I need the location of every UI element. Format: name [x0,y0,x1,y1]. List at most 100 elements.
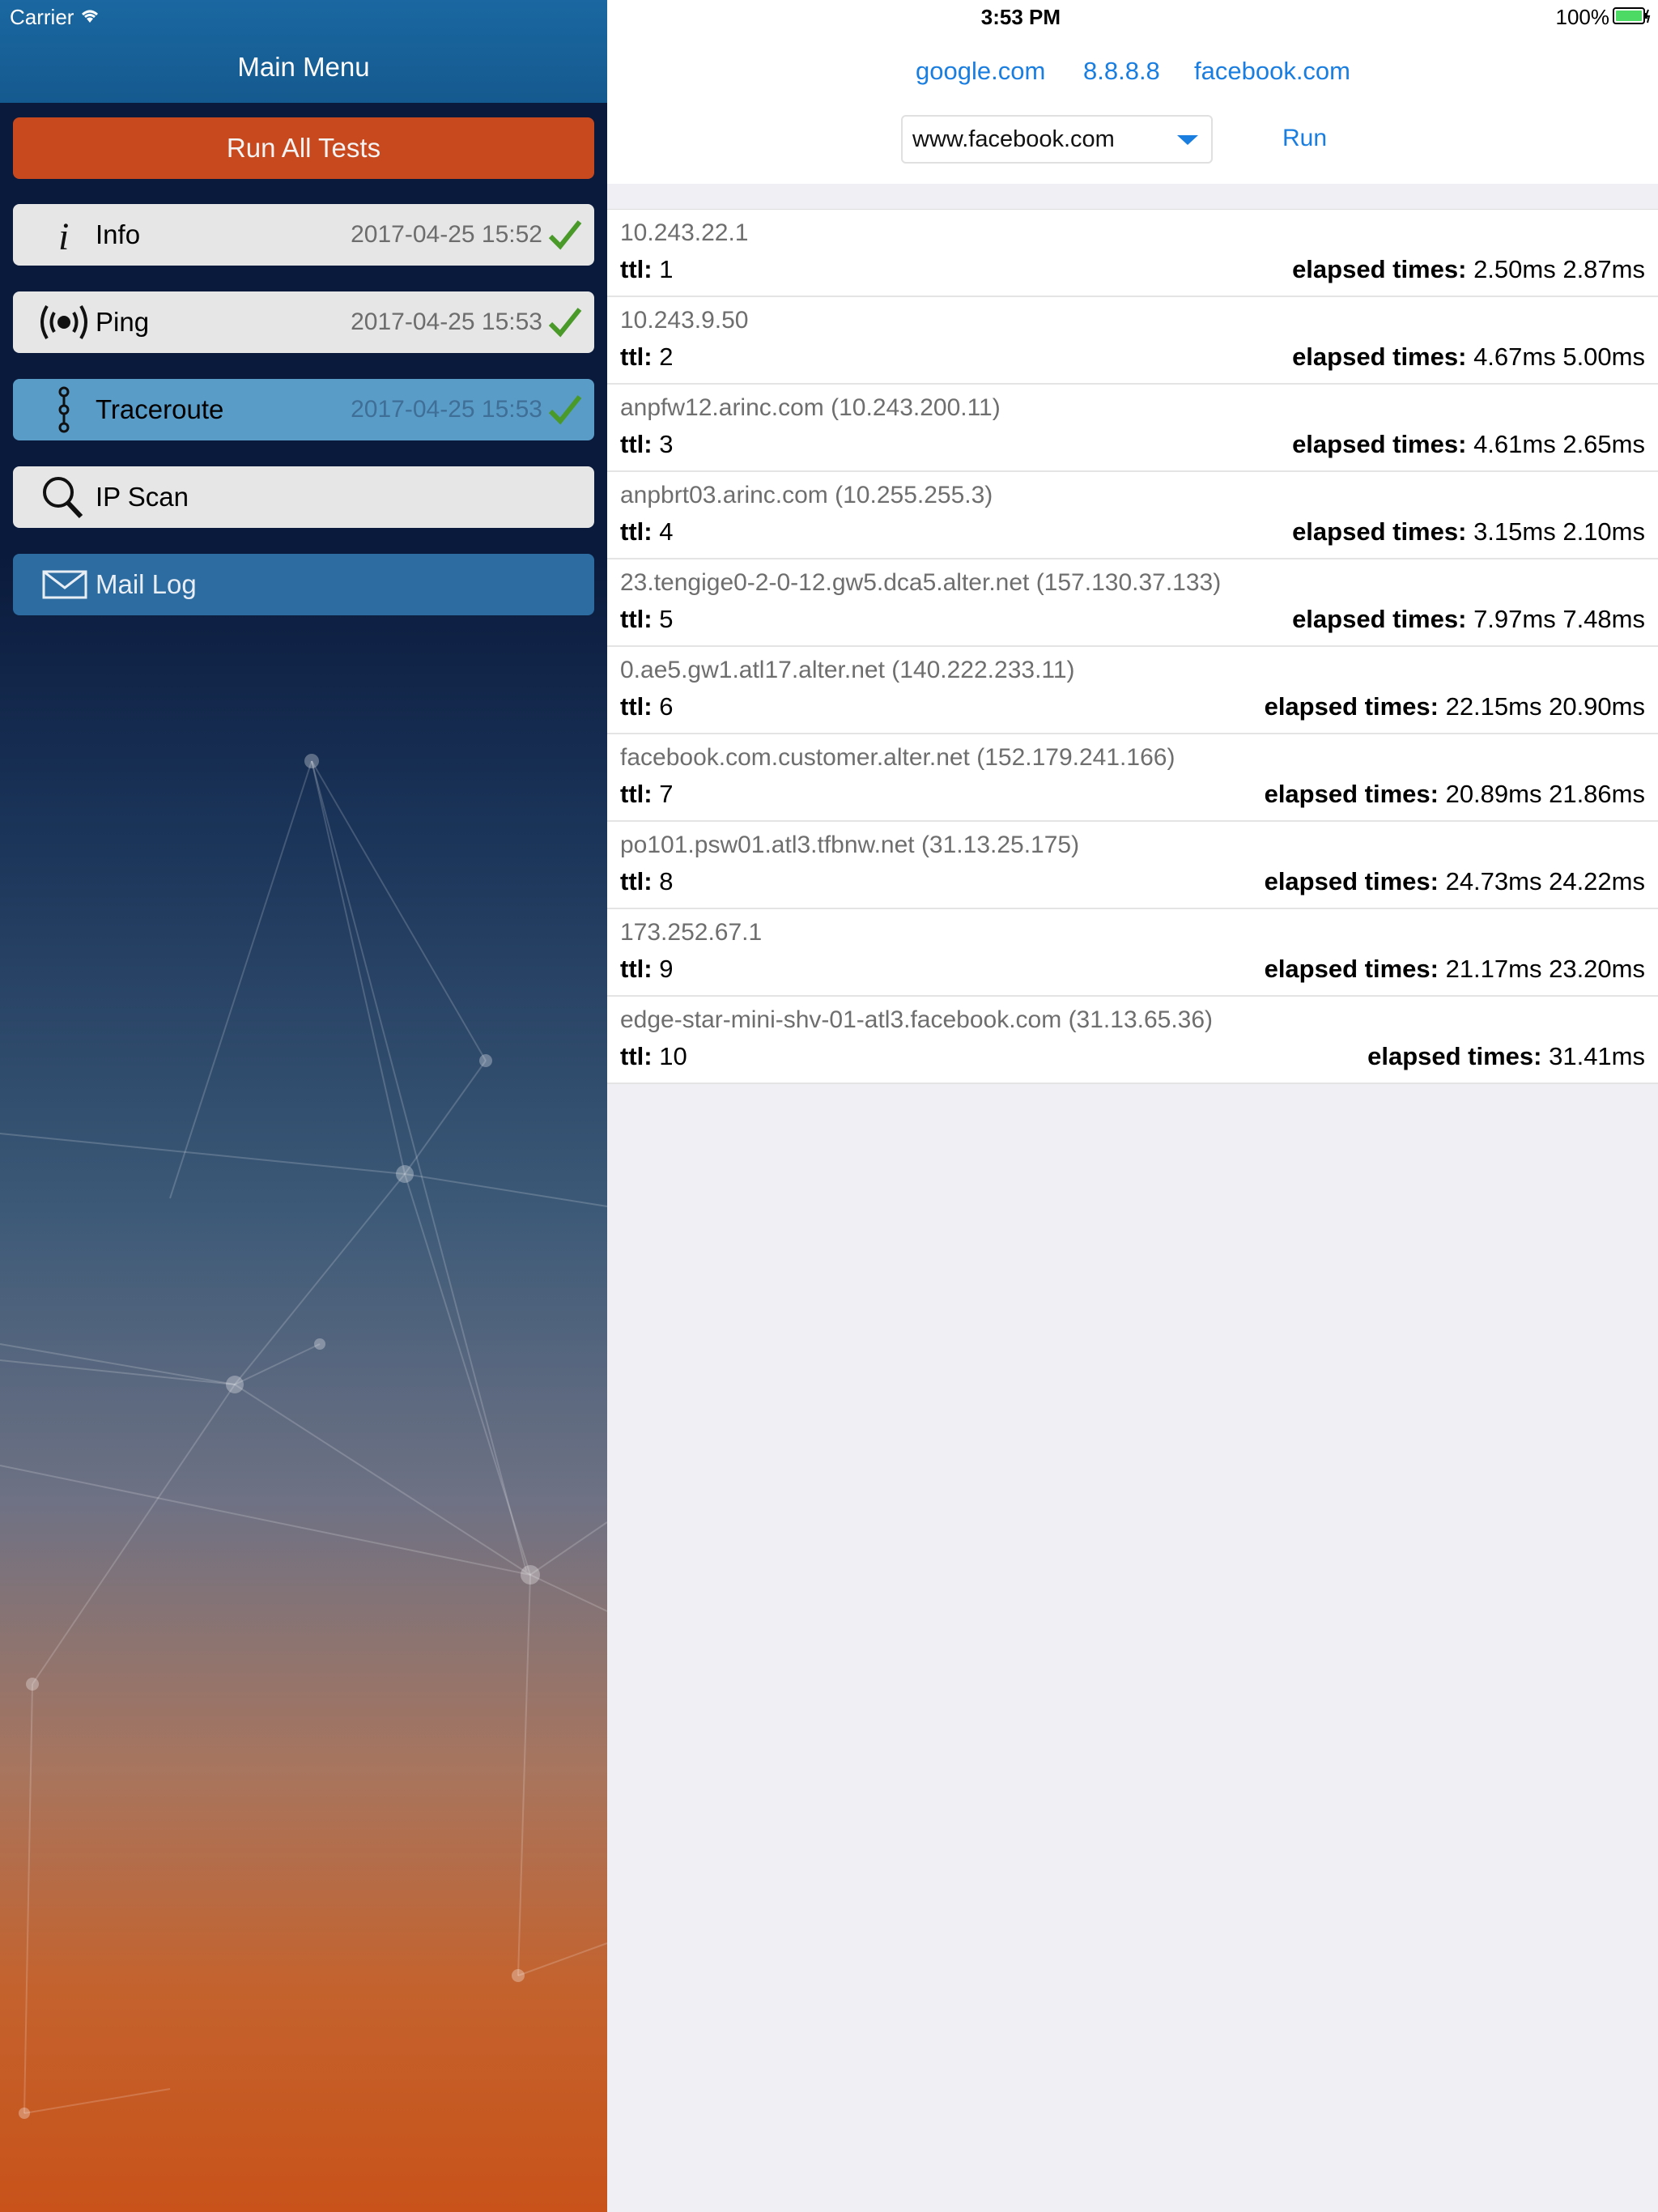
last-run-date: 2017-04-25 15:53 [351,308,542,335]
elapsed-label: elapsed times: [1292,430,1467,458]
hop-host: po101.psw01.atl3.tfbnw.net (31.13.25.175… [620,832,1080,858]
checkmark-icon [548,395,582,425]
hop-host: edge-star-mini-shv-01-atl3.facebook.com … [620,1006,1214,1033]
broadcast-icon [40,304,87,340]
hop-elapsed-times: elapsed times: 31.41ms [1367,1042,1645,1071]
elapsed-values: 31.41ms [1549,1042,1645,1070]
hop-host: anpfw12.arinc.com (10.243.200.11) [620,394,1001,421]
chevron-down-icon [1177,135,1198,145]
ttl-value: 10 [659,1042,687,1070]
elapsed-label: elapsed times: [1292,605,1467,633]
elapsed-values: 20.89ms 21.86ms [1445,780,1645,808]
hop-ttl: ttl: 5 [620,605,673,634]
hop-host: anpbrt03.arinc.com (10.255.255.3) [620,482,993,508]
elapsed-label: elapsed times: [1292,255,1467,283]
hop-ttl: ttl: 2 [620,342,673,372]
checkmark-icon [548,308,582,338]
ttl-value: 1 [659,255,674,283]
quick-host-facebook-link[interactable]: facebook.com [1194,57,1350,86]
hop-elapsed-times: elapsed times: 20.89ms 21.86ms [1265,780,1645,809]
run-all-tests-button[interactable]: Run All Tests [13,117,594,179]
hop-elapsed-times: elapsed times: 2.50ms 2.87ms [1292,255,1645,284]
sidebar-item-traceroute[interactable]: Traceroute 2017-04-25 15:53 [13,379,594,440]
ttl-value: 5 [659,605,674,633]
result-row: 173.252.67.1 ttl: 9 elapsed times: 21.17ms… [607,909,1658,997]
mail-icon [42,570,87,599]
hop-host: 0.ae5.gw1.atl17.alter.net (140.222.233.1… [620,657,1075,683]
battery-icon [1613,7,1651,24]
sidebar-item-label: Ping [96,307,150,337]
ttl-label: ttl: [620,1042,653,1070]
sidebar: Carrier Main Menu Run All Tests i Info 2… [0,0,607,2212]
ttl-value: 4 [659,517,674,546]
result-row: 23.tengige0-2-0-12.gw5.dca5.alter.net (1… [607,559,1658,647]
ttl-value: 6 [659,692,674,721]
hop-host: 10.243.9.50 [620,307,749,334]
hop-ttl: ttl: 3 [620,430,673,459]
result-row: anpfw12.arinc.com (10.243.200.11) ttl: 3 e… [607,385,1658,472]
elapsed-values: 24.73ms 24.22ms [1445,867,1645,895]
info-icon: i [58,215,69,258]
quick-host-google-link[interactable]: google.com [916,57,1045,86]
ttl-value: 9 [659,955,674,983]
sidebar-header: Carrier Main Menu [0,0,607,103]
elapsed-label: elapsed times: [1292,342,1467,371]
host-select-value: www.facebook.com [912,126,1115,152]
result-row: facebook.com.customer.alter.net (152.179… [607,734,1658,822]
ttl-label: ttl: [620,517,653,546]
elapsed-values: 4.61ms 2.65ms [1473,430,1645,458]
elapsed-label: elapsed times: [1264,867,1439,895]
hop-elapsed-times: elapsed times: 7.97ms 7.48ms [1292,605,1645,634]
ttl-label: ttl: [620,255,653,283]
elapsed-values: 21.17ms 23.20ms [1445,955,1645,983]
result-row: anpbrt03.arinc.com (10.255.255.3) ttl: 4 e… [607,472,1658,559]
battery-percentage: 100% [1555,5,1610,29]
traceroute-icon [58,386,70,433]
elapsed-values: 3.15ms 2.10ms [1473,517,1645,546]
elapsed-label: elapsed times: [1264,955,1439,983]
ttl-value: 3 [659,430,674,458]
hop-elapsed-times: elapsed times: 3.15ms 2.10ms [1292,517,1645,547]
hop-elapsed-times: elapsed times: 22.15ms 20.90ms [1265,692,1645,721]
hop-ttl: ttl: 7 [620,780,673,809]
ttl-label: ttl: [620,342,653,371]
ttl-value: 7 [659,780,674,808]
sidebar-item-mail-log[interactable]: Mail Log [13,554,594,615]
result-row: 0.ae5.gw1.atl17.alter.net (140.222.233.1… [607,647,1658,734]
wifi-icon [82,10,98,23]
svg-text:i: i [58,215,69,258]
sidebar-item-info[interactable]: i Info 2017-04-25 15:52 [13,204,594,266]
sidebar-item-label: Traceroute [96,394,224,424]
carrier-label: Carrier [10,5,74,29]
hop-elapsed-times: elapsed times: 4.61ms 2.65ms [1292,430,1645,459]
hop-elapsed-times: elapsed times: 24.73ms 24.22ms [1265,867,1645,896]
hop-ttl: ttl: 1 [620,255,673,284]
ttl-value: 2 [659,342,674,371]
sidebar-item-label: IP Scan [96,482,189,512]
traceroute-panel: 3:53 PM 100% google.com 8.8.8.8 facebook… [607,0,1658,2212]
host-select[interactable]: www.facebook.com [901,115,1213,164]
ttl-label: ttl: [620,605,653,633]
hop-host: 23.tengige0-2-0-12.gw5.dca5.alter.net (1… [620,569,1222,596]
elapsed-label: elapsed times: [1292,517,1467,546]
elapsed-values: 2.50ms 2.87ms [1473,255,1645,283]
hop-host: facebook.com.customer.alter.net (152.179… [620,744,1175,771]
run-button[interactable]: Run [1282,125,1327,152]
result-row: 10.243.22.1 ttl: 1 elapsed times: 2.50ms 2… [607,210,1658,297]
elapsed-label: elapsed times: [1367,1042,1542,1070]
quick-host-dns-link[interactable]: 8.8.8.8 [1083,57,1160,86]
sidebar-item-ping[interactable]: Ping 2017-04-25 15:53 [13,291,594,353]
last-run-date: 2017-04-25 15:52 [351,221,542,248]
search-icon [43,477,83,519]
hop-elapsed-times: elapsed times: 21.17ms 23.20ms [1265,955,1645,984]
sidebar-title: Main Menu [237,52,370,82]
status-time: 3:53 PM [980,5,1061,29]
hop-elapsed-times: elapsed times: 4.67ms 5.00ms [1292,342,1645,372]
elapsed-values: 7.97ms 7.48ms [1473,605,1645,633]
results-list: 10.243.22.1 ttl: 1 elapsed times: 2.50ms 2… [607,209,1658,1084]
elapsed-label: elapsed times: [1264,780,1439,808]
hop-ttl: ttl: 8 [620,867,673,896]
sidebar-item-ip-scan[interactable]: IP Scan [13,466,594,528]
ttl-label: ttl: [620,430,653,458]
hop-ttl: ttl: 10 [620,1042,687,1071]
